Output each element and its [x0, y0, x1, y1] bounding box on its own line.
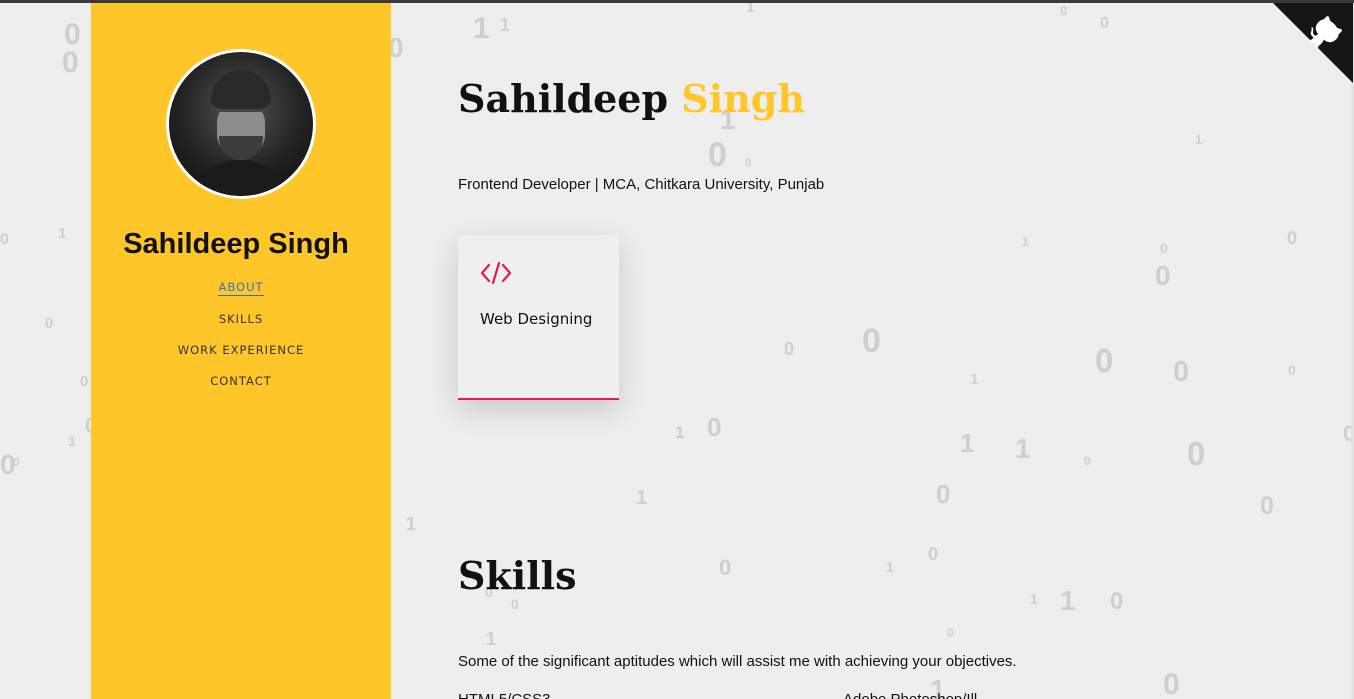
binary-digit: 0: [1110, 588, 1124, 615]
binary-digit: 0: [947, 626, 954, 640]
sidebar: Sahildeep Singh ABOUT SKILLS WORK EXPERI…: [91, 3, 391, 699]
nav-item-contact[interactable]: CONTACT: [210, 374, 272, 389]
top-border-line: [0, 0, 1354, 3]
code-icon: [480, 261, 512, 285]
binary-digit: 0: [784, 339, 795, 359]
binary-digit: 0: [745, 156, 752, 170]
binary-digit: 0: [1095, 342, 1114, 379]
binary-digit: 1: [58, 225, 67, 242]
binary-digit: 0: [719, 555, 732, 580]
binary-digit: 0: [45, 315, 54, 332]
skills-section-title: Skills: [458, 553, 577, 598]
binary-digit: 0: [1100, 15, 1109, 32]
binary-digit: 0: [1287, 228, 1298, 248]
title-last-name: Singh: [681, 76, 806, 121]
avatar: [166, 49, 316, 199]
binary-digit: 1: [1022, 235, 1029, 249]
binary-digit: 0: [1288, 362, 1296, 378]
binary-digit: 1: [500, 15, 511, 35]
binary-digit: 0: [928, 544, 939, 564]
skills-description: Some of the significant aptitudes which …: [458, 653, 1017, 670]
title-first-name: Sahildeep: [458, 76, 669, 121]
binary-digit: 0: [707, 412, 722, 442]
binary-digit: 1: [675, 423, 685, 442]
skill-item: Adobe Photoshop/Ill...: [843, 691, 990, 699]
binary-digit: 0: [1155, 260, 1171, 291]
binary-digit: 1: [473, 12, 490, 45]
binary-digit: 0: [1187, 435, 1206, 472]
sidebar-name: Sahildeep Singh: [123, 228, 349, 260]
service-card-label: Web Designing: [480, 310, 593, 328]
github-octocat-icon: [1273, 3, 1353, 83]
service-card-web-designing[interactable]: Web Designing: [458, 235, 619, 400]
binary-digit: 0: [0, 231, 9, 248]
binary-digit: 1: [1195, 132, 1203, 147]
binary-digit: 1: [886, 559, 894, 575]
binary-digit: 0: [1060, 3, 1068, 18]
binary-digit: 0: [936, 479, 951, 509]
binary-digit: 0: [1260, 492, 1274, 520]
page-title: Sahildeep Singh: [458, 76, 805, 121]
github-corner-link[interactable]: [1272, 3, 1354, 83]
nav-item-skills[interactable]: SKILLS: [219, 312, 263, 327]
binary-digit: 0: [1173, 356, 1190, 388]
binary-digit: 1: [1060, 585, 1076, 616]
nav-item-work-experience[interactable]: WORK EXPERIENCE: [178, 343, 305, 358]
profile-photo: [169, 52, 313, 196]
binary-digit: 0: [13, 455, 20, 469]
binary-digit: 1: [406, 514, 417, 534]
sidebar-nav: ABOUT SKILLS WORK EXPERIENCE CONTACT: [91, 280, 391, 405]
binary-digit: 0: [708, 136, 727, 174]
binary-digit: 1: [1030, 591, 1038, 607]
binary-digit: 1: [486, 629, 497, 649]
binary-digit: 1: [970, 371, 979, 388]
binary-digit: 0: [511, 596, 519, 612]
profile-subtitle: Frontend Developer | MCA, Chitkara Unive…: [458, 176, 825, 193]
binary-digit: 0: [1084, 454, 1091, 468]
binary-digit: 0: [1163, 668, 1180, 699]
binary-digit: 1: [636, 487, 648, 509]
binary-digit: 1: [1015, 433, 1031, 464]
binary-digit: 0: [62, 46, 79, 79]
binary-digit: 1: [960, 428, 975, 458]
binary-digit: 0: [1160, 240, 1168, 256]
nav-item-about[interactable]: ABOUT: [218, 280, 264, 296]
binary-digit: 0: [80, 373, 89, 390]
skill-item: HTML5/CSS3: [458, 691, 551, 699]
binary-digit: 0: [862, 322, 881, 360]
binary-digit: 1: [68, 433, 76, 449]
